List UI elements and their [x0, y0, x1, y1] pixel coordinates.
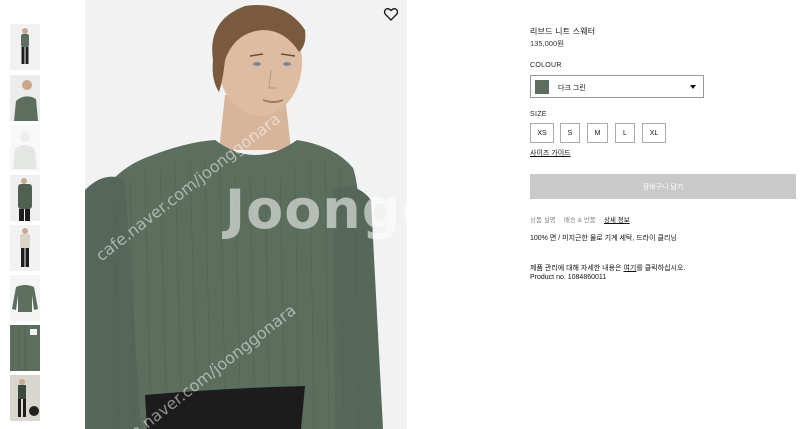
material-text: 100% 면 / 미지근한 물로 기계 세탁, 드라이 클리닝 [530, 235, 677, 242]
thumbnail-1[interactable] [10, 24, 40, 70]
tab-separator: · [558, 217, 561, 224]
tab-separator: · [598, 217, 601, 224]
thumbnail-2[interactable] [10, 75, 40, 121]
thumbnail-7[interactable] [10, 325, 40, 371]
chevron-down-icon [690, 85, 696, 89]
colour-label: COLOUR [530, 62, 562, 69]
size-button-l[interactable]: L [615, 123, 635, 143]
colour-dropdown[interactable]: 다크 그린 [530, 75, 704, 98]
tab-description[interactable]: 상품 설명 [530, 217, 556, 224]
size-button-m[interactable]: M [587, 123, 608, 143]
heart-icon[interactable] [383, 6, 399, 22]
size-label: SIZE [530, 111, 547, 118]
info-tabs: 상품 설명 · 배송 & 반품 · 상세 정보 [530, 214, 630, 224]
size-button-s[interactable]: S [560, 123, 580, 143]
thumbnail-5[interactable] [10, 225, 40, 271]
colour-name: 다크 그린 [558, 85, 586, 92]
size-button-xs[interactable]: XS [530, 123, 554, 143]
colour-swatch [535, 80, 549, 94]
care-text: 제품 관리에 대해 자세한 내용은 여기를 클릭하십시오. [530, 263, 685, 273]
care-text-prefix: 제품 관리에 대해 자세한 내용은 [530, 265, 624, 272]
thumbnail-4[interactable] [10, 175, 40, 221]
tab-details[interactable]: 상세 정보 [604, 217, 630, 224]
size-guide-link[interactable]: 사이즈 가이드 [530, 148, 571, 158]
care-link[interactable]: 여기 [623, 265, 636, 272]
add-to-bag-button[interactable]: 장바구니 담기 [530, 174, 796, 199]
size-button-xl[interactable]: XL [642, 123, 666, 143]
main-product-image [85, 0, 407, 429]
tab-shipping-returns[interactable]: 배송 & 반품 [564, 217, 596, 224]
product-number: Product no. 1084860011 [530, 274, 607, 281]
thumbnail-8[interactable] [10, 375, 40, 421]
care-text-suffix: 를 클릭하십시오. [636, 265, 686, 272]
product-title: 리브드 니트 스웨터 [530, 27, 596, 36]
thumbnail-6[interactable] [10, 275, 40, 321]
product-price: 135,000원 [530, 39, 565, 48]
thumbnail-3[interactable] [10, 125, 40, 171]
